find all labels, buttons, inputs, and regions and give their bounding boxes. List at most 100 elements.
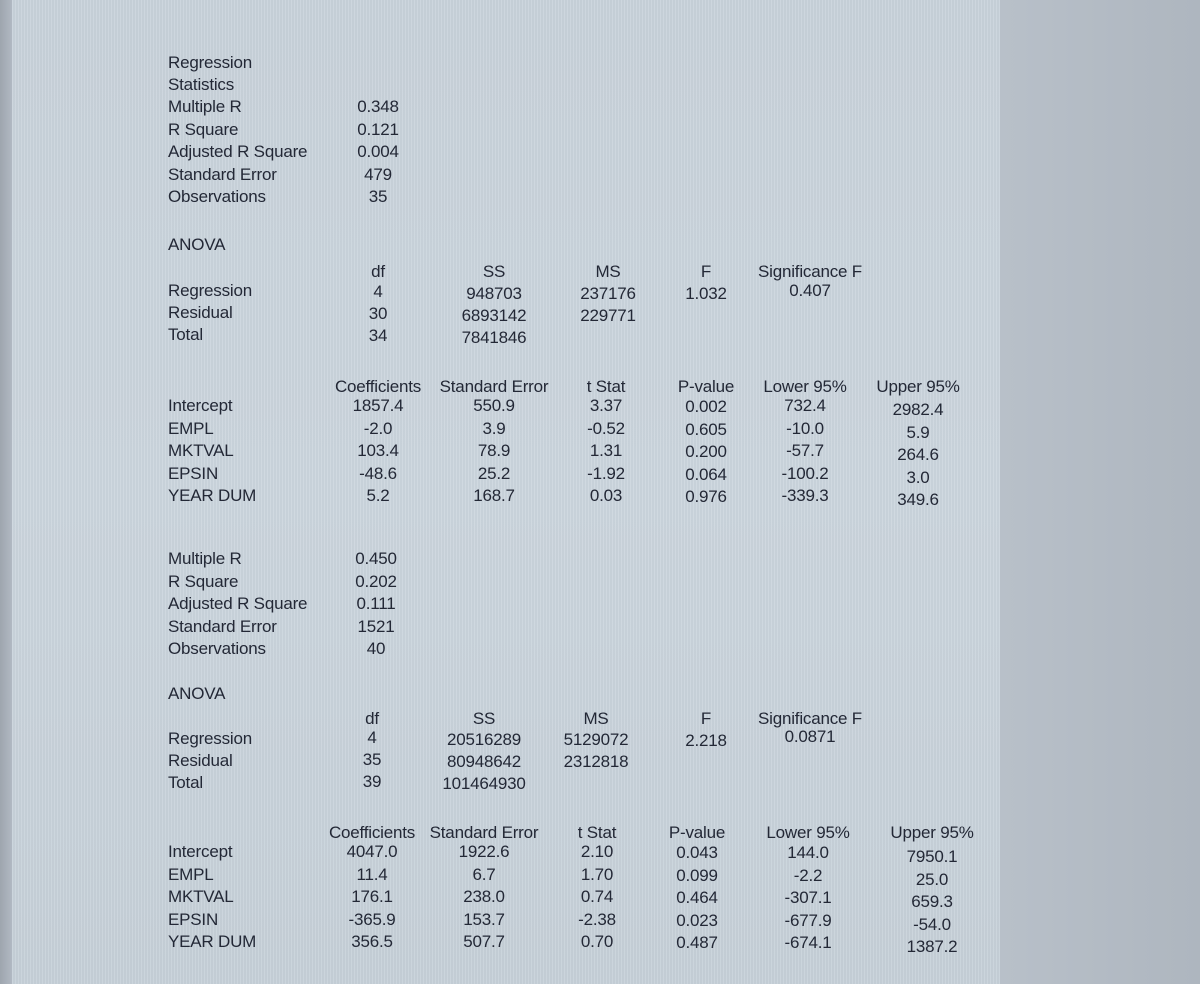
coef-cell-t: 0.74 bbox=[580, 887, 614, 906]
coef-header: t Stat bbox=[577, 823, 617, 842]
coef-cell-upper: 25.0 bbox=[915, 869, 949, 889]
anova-cell-df: 34 bbox=[368, 326, 388, 345]
coef-row-label: MKTVAL bbox=[168, 441, 234, 460]
coef-cell-lower: -677.9 bbox=[784, 910, 832, 930]
coef-cell-coef: 103.4 bbox=[357, 441, 399, 460]
anova-row-label: Total bbox=[168, 325, 203, 344]
coef-cell-upper: 1387.2 bbox=[906, 937, 958, 956]
anova-cell-ms: 2312818 bbox=[563, 752, 629, 771]
coef-row-label: Intercept bbox=[168, 396, 233, 415]
coef-row-label: EPSIN bbox=[168, 909, 219, 929]
anova-cell-sig-f: 0.0871 bbox=[784, 727, 836, 746]
coef-cell-p: 0.002 bbox=[685, 397, 727, 416]
anova-cell-ms: 237176 bbox=[580, 284, 636, 303]
anova-header: Significance F bbox=[758, 709, 862, 728]
anova-title: ANOVA bbox=[168, 684, 226, 703]
stat-value: 0.111 bbox=[356, 594, 396, 613]
stat-value: 1521 bbox=[357, 616, 395, 636]
coef-cell-p: 0.605 bbox=[685, 419, 727, 439]
anova-cell-ss: 101464930 bbox=[442, 774, 526, 793]
anova-header: SS bbox=[472, 709, 496, 728]
anova-row-label: Residual bbox=[168, 303, 233, 322]
coef-cell-upper: 2982.4 bbox=[892, 400, 944, 419]
anova-cell-f: 2.218 bbox=[685, 731, 727, 750]
anova-cell-f: 1.032 bbox=[685, 284, 727, 303]
anova-cell-ss: 7841846 bbox=[461, 328, 527, 347]
stats-title: Regression bbox=[168, 53, 252, 72]
anova-header: F bbox=[700, 709, 712, 728]
coef-cell-coef: 11.4 bbox=[356, 864, 388, 884]
screen-edge bbox=[1000, 0, 1200, 984]
coef-cell-p: 0.487 bbox=[676, 933, 718, 952]
coef-cell-coef: -2.0 bbox=[363, 418, 393, 438]
stat-value: 35 bbox=[368, 187, 388, 206]
coef-cell-p: 0.464 bbox=[676, 888, 718, 907]
stat-label: R Square bbox=[168, 119, 239, 139]
coef-cell-upper: 264.6 bbox=[897, 445, 939, 464]
coef-cell-t: -2.38 bbox=[578, 909, 616, 929]
coef-cell-upper: 349.6 bbox=[897, 490, 939, 509]
stat-label: Adjusted R Square bbox=[168, 142, 308, 161]
coef-header: P-value bbox=[668, 823, 726, 842]
coef-cell-se: 153.7 bbox=[463, 909, 505, 929]
anova-header: MS bbox=[595, 262, 621, 281]
coef-cell-coef: 4047.0 bbox=[346, 842, 398, 861]
coef-cell-t: 3.37 bbox=[589, 396, 623, 415]
stat-value: 0.450 bbox=[355, 549, 397, 568]
coef-header: Standard Error bbox=[439, 377, 549, 396]
coef-cell-t: -0.52 bbox=[587, 418, 625, 438]
coef-cell-se: 238.0 bbox=[463, 887, 505, 906]
coef-cell-lower: -57.7 bbox=[786, 441, 824, 460]
coef-header: Coefficients bbox=[328, 823, 416, 842]
coef-cell-coef: 1857.4 bbox=[352, 396, 404, 415]
anova-header: Significance F bbox=[758, 262, 862, 281]
coef-cell-coef: -48.6 bbox=[359, 463, 397, 483]
anova-cell-sig-f: 0.407 bbox=[789, 281, 831, 300]
anova-cell-ss: 20516289 bbox=[446, 730, 522, 749]
coef-header: Lower 95% bbox=[766, 823, 850, 842]
coef-row-label: EMPL bbox=[168, 864, 214, 884]
coef-cell-t: 0.70 bbox=[580, 932, 614, 951]
anova-row-label: Regression bbox=[168, 281, 252, 300]
stat-label: Multiple R bbox=[168, 549, 242, 568]
coef-cell-coef: 356.5 bbox=[351, 932, 393, 951]
coef-cell-t: 1.31 bbox=[589, 441, 623, 460]
coef-row-label: EPSIN bbox=[168, 463, 219, 483]
coef-cell-upper: -54.0 bbox=[913, 914, 951, 934]
anova-row-label: Regression bbox=[168, 729, 252, 748]
coef-cell-se: 78.9 bbox=[477, 441, 511, 460]
stat-value: 0.348 bbox=[357, 97, 399, 116]
coef-cell-lower: 144.0 bbox=[787, 843, 829, 862]
coef-cell-lower: 732.4 bbox=[784, 396, 826, 415]
coef-row-label: EMPL bbox=[168, 418, 214, 438]
coef-row-label: Intercept bbox=[168, 842, 233, 861]
anova-row-label: Total bbox=[168, 773, 203, 792]
stats-title: Statistics bbox=[168, 75, 235, 94]
coef-cell-upper: 659.3 bbox=[911, 892, 953, 911]
coef-header: Lower 95% bbox=[763, 377, 847, 396]
coef-cell-se: 507.7 bbox=[463, 932, 505, 951]
stat-label: Standard Error bbox=[168, 164, 277, 184]
anova-cell-df: 30 bbox=[368, 304, 388, 323]
coef-cell-lower: -307.1 bbox=[784, 888, 832, 907]
coef-header: Upper 95% bbox=[876, 377, 960, 396]
anova-cell-df: 35 bbox=[362, 750, 382, 769]
coef-cell-p: 0.200 bbox=[685, 442, 727, 461]
coef-row-label: MKTVAL bbox=[168, 887, 234, 906]
anova-cell-df: 39 bbox=[362, 772, 382, 791]
coef-row-label: YEAR DUM bbox=[168, 486, 257, 505]
coef-cell-upper: 3.0 bbox=[906, 467, 930, 487]
coef-cell-coef: -365.9 bbox=[348, 909, 396, 929]
coef-cell-upper: 5.9 bbox=[906, 422, 930, 442]
stat-value: 0.121 bbox=[357, 119, 399, 139]
coef-cell-se: 550.9 bbox=[473, 396, 515, 415]
anova-cell-ss: 948703 bbox=[466, 284, 522, 303]
coef-cell-p: 0.976 bbox=[685, 487, 727, 506]
stat-value: 0.202 bbox=[355, 571, 397, 591]
coef-cell-lower: -339.3 bbox=[781, 486, 829, 505]
coef-cell-se: 6.7 bbox=[472, 864, 496, 884]
anova-title: ANOVA bbox=[168, 235, 226, 254]
stat-value: 40 bbox=[366, 639, 386, 658]
anova-cell-ms: 229771 bbox=[580, 306, 636, 325]
coef-cell-p: 0.064 bbox=[685, 464, 727, 484]
